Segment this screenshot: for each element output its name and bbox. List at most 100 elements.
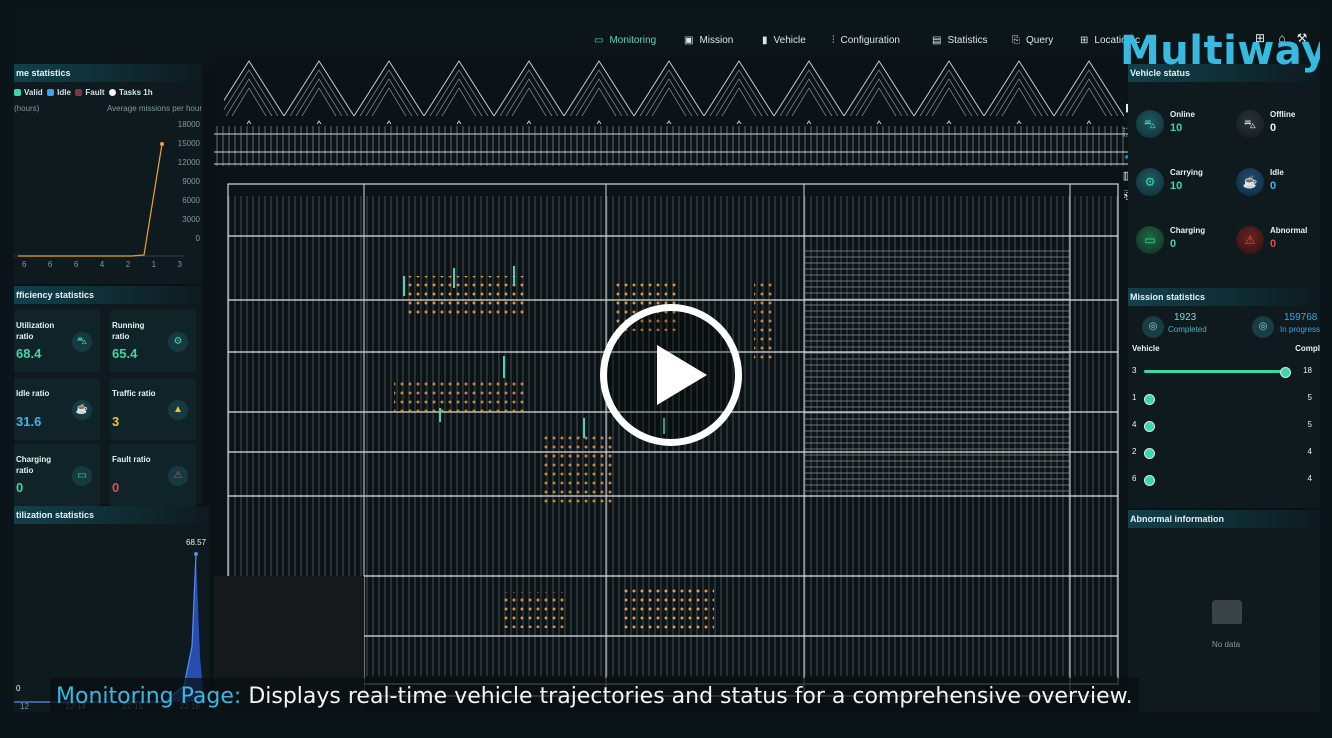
vehicle-cluster [544,436,614,506]
vehicle-icon: ⛍ [1136,110,1164,138]
mission-progress-knob [1144,421,1156,432]
completed-icon: ◎ [1142,316,1164,338]
right-axis-label: Average missions per hour [106,104,202,113]
tab-configuration[interactable]: ⫶ Configuration [832,32,900,48]
mission-row-count: 5 [1307,420,1312,429]
mission-row[interactable]: 64 [1132,474,1312,501]
x-tick-label: 1 [151,260,157,269]
idle-ratio-card[interactable]: Idle ratio 31.6 ☕ [14,378,100,440]
statistics-icon: ▤ [932,34,942,46]
utilization-ratio-card[interactable]: Utilization ratio 68.4 ⛍ [14,310,100,372]
vehicle-cluster [404,276,524,318]
tab-mission[interactable]: ▣ Mission [684,32,733,48]
charging-ratio-card[interactable]: Charging ratio 0 ▭ [14,444,100,506]
caption-highlight: Monitoring Page: [56,684,242,709]
mission-icon: ▣ [684,34,694,46]
mission-row-count: 5 [1307,393,1312,402]
mission-row-vehicle: 6 [1132,474,1137,483]
panel-title: tilization statistics [14,506,210,524]
completed-label: Completed [1168,325,1207,334]
traffic-cone-icon: ▲ [168,400,188,420]
mission-row-vehicle: 3 [1132,366,1137,375]
vehicle-cluster [504,592,564,628]
location-icon: ⊞ [1080,34,1089,46]
x-axis: 6 6 6 4 2 1 3 [22,260,182,269]
panel-title: Mission statistics [1128,288,1320,306]
cup-icon: ☕ [72,400,92,420]
mission-row[interactable]: 24 [1132,447,1312,474]
panel-title: me statistics [14,64,202,82]
mission-progress-bar [1144,367,1291,378]
play-button[interactable] [600,304,742,446]
mission-row-count: 4 [1307,474,1312,483]
vehicle-icon: ⛍ [72,332,92,352]
mission-progress-bar [1144,475,1284,486]
x-tick-label: 6 [73,260,79,269]
monitor-icon: ▭ [594,34,604,46]
mission-list: 3 18 1 5 4 5 2 4 6 4 [1132,366,1318,501]
empty-box-icon [1212,600,1242,624]
mission-row[interactable]: 15 [1132,393,1312,420]
efficiency-statistics-panel: fficiency statistics Utilization ratio 6… [14,286,202,506]
mission-row-vehicle: 2 [1132,447,1137,456]
mission-progress-knob [1144,394,1156,405]
caption-text: Displays real-time vehicle trajectories … [241,684,1133,709]
fault-ratio-card[interactable]: Fault ratio 0 ⚠ [110,444,196,506]
x-tick-label: 4 [99,260,105,269]
vehicle-icon: ▮ [762,34,768,46]
mission-row-count: 18 [1303,366,1312,375]
warning-icon: ⚠ [168,466,188,486]
y-tick-zero: 0 [16,684,21,693]
complete-column-header: Compl [1295,344,1320,353]
legend-valid[interactable]: Valid [14,88,43,97]
mission-row-count: 4 [1307,447,1312,456]
warning-icon: ⚠ [1236,226,1264,254]
vehicle-status-panel: Vehicle status ⛍ Online 10 ⛍ Offline 0 ⚙… [1128,64,1320,288]
legend-tasks[interactable]: Tasks 1h [108,88,153,97]
time-statistics-panel: me statistics Valid Idle Fault Tasks 1h … [14,64,202,284]
vehicle-cluster [624,586,714,632]
brand-logo: Multiway [1120,28,1320,74]
mission-row[interactable]: 3 18 [1132,366,1312,393]
video-frame[interactable]: ▭ Monitoring ▣ Mission ▮ Vehicle ⫶ Confi… [14,6,1320,712]
in-progress-label: In progress [1280,325,1320,334]
in-progress-icon: ◎ [1252,316,1274,338]
vehicle-cluster [394,382,524,414]
mission-progress-knob [1280,367,1291,378]
legend-idle[interactable]: Idle [47,88,71,97]
x-tick-label: 12 [20,702,29,711]
running-ratio-card[interactable]: Running ratio 65.4 ⚙ [110,310,196,372]
left-axis-label: (hours) [14,104,40,113]
mission-row-vehicle: 1 [1132,393,1137,402]
tab-statistics[interactable]: ▤ Statistics [932,32,987,48]
configuration-icon: ⫶ [832,34,835,46]
mission-progress-bar [1144,448,1284,459]
mission-row[interactable]: 45 [1132,420,1312,447]
video-caption: Monitoring Page: Displays real-time vehi… [50,678,1139,712]
vehicle-icon: ⛍ [1236,110,1264,138]
carrying-icon: ⚙ [1136,168,1164,196]
tasks-line-chart [14,142,184,257]
mission-progress-bar [1144,394,1284,405]
traffic-ratio-card[interactable]: Traffic ratio 3 ▲ [110,378,196,440]
in-progress-count: 159768 [1284,312,1318,323]
cup-icon: ☕ [1236,168,1264,196]
legend-fault[interactable]: Fault [75,88,104,97]
abnormal-information-panel: Abnormal information No data [1128,510,1320,712]
tab-monitoring[interactable]: ▭ Monitoring [594,32,656,48]
tab-query[interactable]: ⎘ Query [1012,32,1053,48]
mission-progress-fill [1144,370,1284,373]
x-tick-label: 3 [177,260,182,269]
mission-progress-knob [1144,475,1155,486]
mission-progress-bar [1144,421,1284,432]
panel-title: fficiency statistics [14,286,202,304]
x-tick-label: 2 [125,260,131,269]
panel-title: Abnormal information [1128,510,1320,528]
x-tick-label: 6 [22,260,27,269]
battery-icon: ▭ [1136,226,1164,254]
completed-count: 1923 [1174,312,1197,323]
vehicle-cluster [754,282,774,362]
tab-vehicle[interactable]: ▮ Vehicle [762,32,806,48]
mission-progress-knob [1144,448,1155,459]
vehicle-column-header: Vehicle [1132,344,1160,353]
